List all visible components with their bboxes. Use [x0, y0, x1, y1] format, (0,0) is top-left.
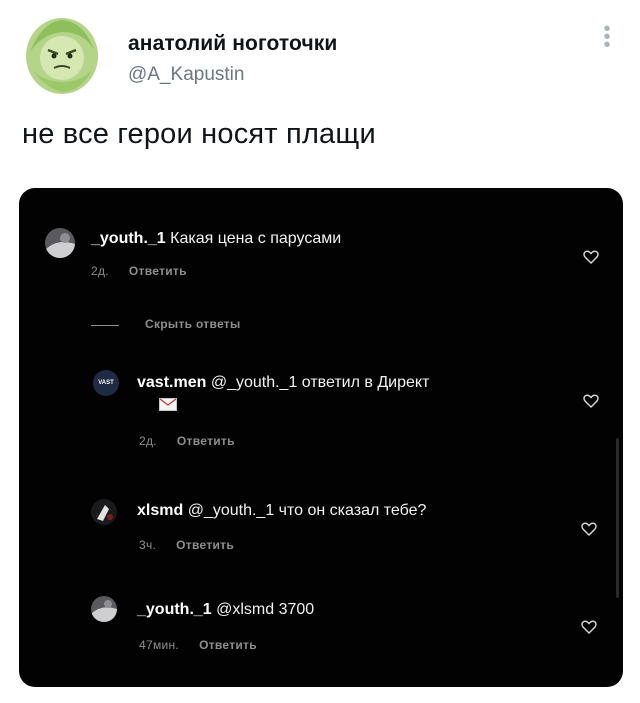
comment-username[interactable]: _youth._1 [91, 230, 166, 247]
hide-replies-button[interactable]: Скрыть ответы [145, 317, 241, 331]
tweet-text: не все герои носят плащи [22, 118, 376, 150]
comment-username[interactable]: xlsmd [137, 502, 183, 519]
comment-body: Какая цена с парусами [165, 230, 342, 247]
comment-meta: 2д. Ответить [91, 264, 187, 278]
avatar[interactable] [91, 499, 117, 525]
reply-button[interactable]: Ответить [176, 538, 234, 552]
reply-button[interactable]: Ответить [177, 434, 235, 448]
tweet-media-image[interactable]: _youth._1 Какая цена с парусами 2д. Ответ… [19, 188, 623, 687]
display-name[interactable]: анатолий ноготочки [128, 32, 337, 56]
reply-button[interactable]: Ответить [199, 638, 257, 652]
more-vertical-icon[interactable]: • • • [600, 19, 614, 55]
heart-outline-icon[interactable] [583, 394, 599, 408]
avatar-label: VAST [98, 380, 114, 386]
comment-text: _youth._1 Какая цена с парусами [91, 230, 341, 248]
comment-text: _youth._1 @xlsmd 3700 [137, 601, 314, 619]
heart-outline-icon[interactable] [581, 620, 597, 634]
comment-body: @xlsmd 3700 [211, 601, 315, 618]
comment-time: 3ч. [139, 538, 157, 552]
envelope-emoji-icon [159, 398, 177, 411]
heart-outline-icon[interactable] [581, 522, 597, 536]
comment-meta: 3ч. Ответить [139, 538, 234, 552]
comment-time: 2д. [139, 434, 157, 448]
comment-username[interactable]: vast.men [137, 374, 206, 391]
comment-meta: 2д. Ответить [139, 434, 235, 448]
avatar[interactable] [91, 596, 117, 622]
comment-username[interactable]: _youth._1 [137, 601, 212, 618]
comment-text: vast.men @_youth._1 ответил в Директ [137, 374, 429, 392]
scrollbar [616, 438, 619, 598]
hide-replies-divider [91, 325, 119, 326]
heart-outline-icon[interactable] [583, 250, 599, 264]
avatar[interactable] [45, 228, 75, 258]
comment-body: @_youth._1 ответил в Директ [206, 374, 430, 391]
comment-time: 2д. [91, 264, 109, 278]
comment-meta: 47мин. Ответить [139, 638, 257, 652]
reply-button[interactable]: Ответить [129, 264, 187, 278]
comment-text: xlsmd @_youth._1 что он сказал тебе? [137, 502, 426, 520]
avatar[interactable] [24, 12, 100, 96]
comment-body: @_youth._1 что он сказал тебе? [183, 502, 427, 519]
user-handle[interactable]: @A_Kapustin [128, 64, 244, 86]
comment-time: 47мин. [139, 638, 180, 652]
avatar[interactable]: VAST [93, 370, 119, 396]
